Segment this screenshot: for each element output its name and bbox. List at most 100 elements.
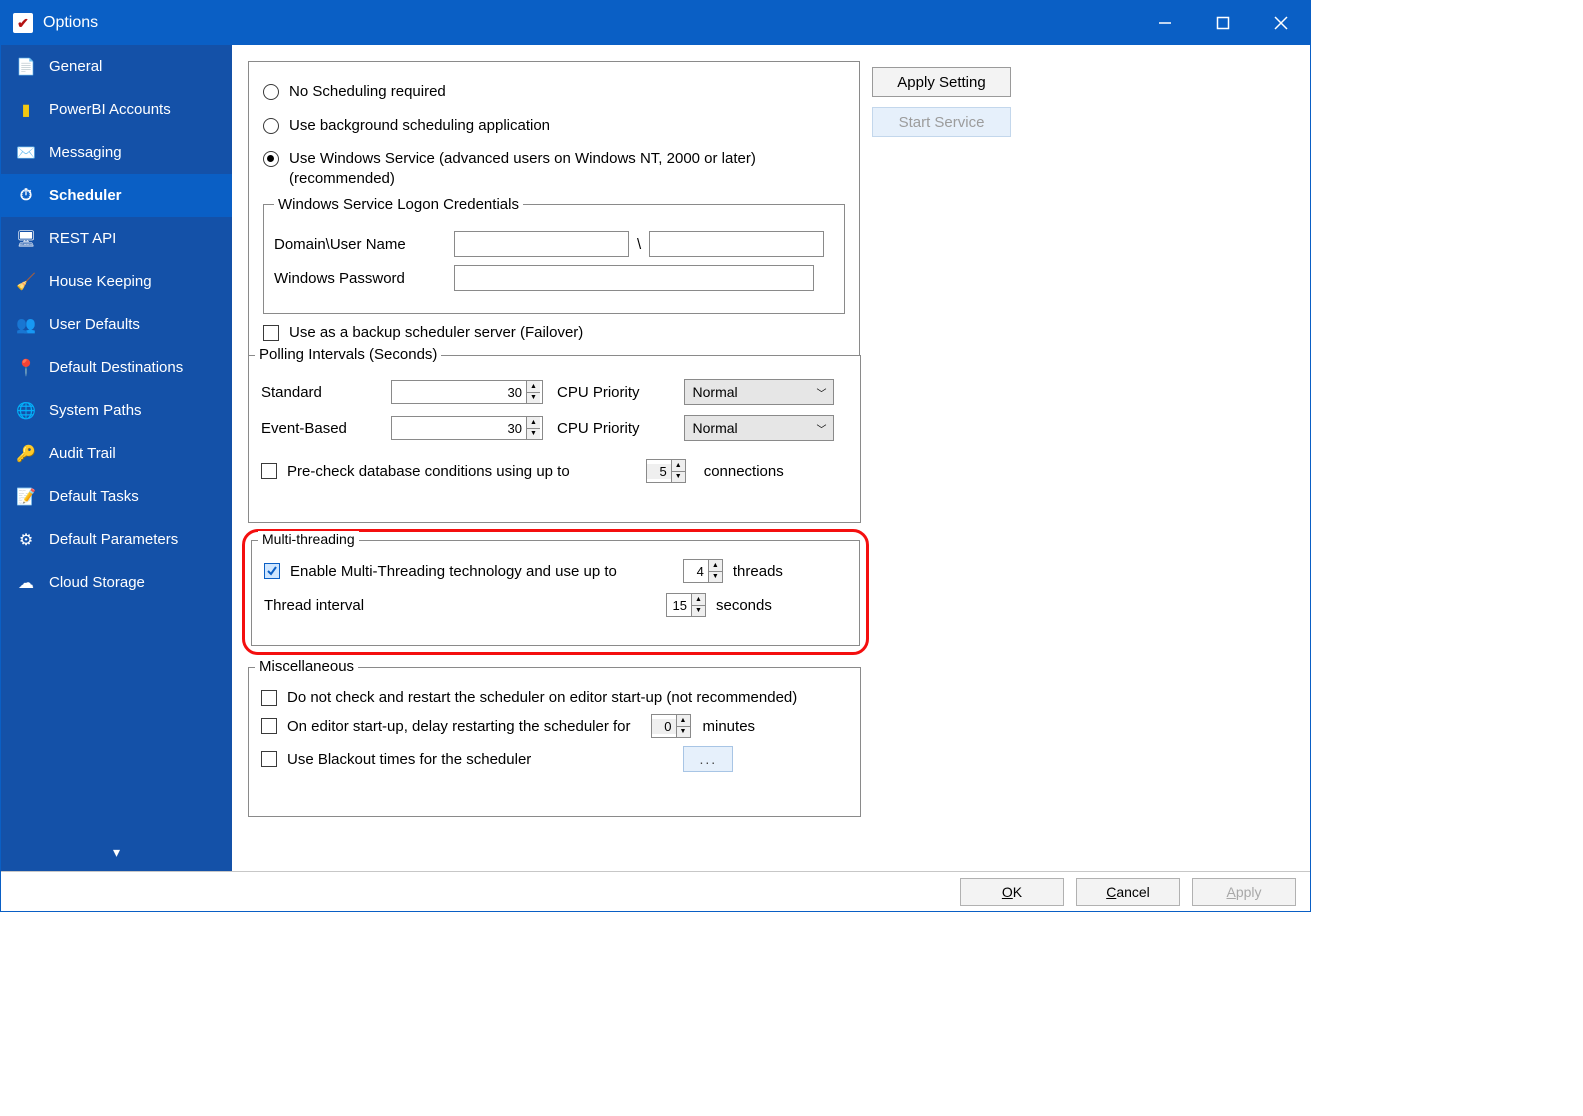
threads-label: threads <box>733 563 783 580</box>
sidebar-item-powerbi[interactable]: ▮ PowerBI Accounts <box>1 88 232 131</box>
radio-windows-service[interactable] <box>263 151 279 167</box>
radio-no-scheduling[interactable] <box>263 84 279 100</box>
blackout-checkbox[interactable] <box>261 751 277 767</box>
down-arrow-icon[interactable]: ▼ <box>692 606 705 617</box>
sidebar-item-label: PowerBI Accounts <box>49 101 171 118</box>
nocheck-label: Do not check and restart the scheduler o… <box>287 689 797 706</box>
standard-cpu-value: Normal <box>693 384 738 400</box>
radio-background-app[interactable] <box>263 118 279 134</box>
down-arrow-icon[interactable]: ▼ <box>527 393 540 404</box>
radio-windows-service-label: Use Windows Service (advanced users on W… <box>289 149 819 188</box>
down-arrow-icon[interactable]: ▼ <box>527 429 540 440</box>
delay-spinner[interactable]: 0 ▲▼ <box>651 714 691 738</box>
sidebar-item-label: User Defaults <box>49 316 140 333</box>
multithreading-legend: Multi-threading <box>258 531 359 547</box>
clock-icon: ⏱ <box>15 185 37 207</box>
event-spinner[interactable]: 30 ▲▼ <box>391 416 543 440</box>
powerbi-icon: ▮ <box>15 99 37 121</box>
failover-checkbox[interactable] <box>263 325 279 341</box>
scheduling-panel: No Scheduling required Use background sc… <box>248 61 860 368</box>
domain-input[interactable] <box>454 231 629 257</box>
event-label: Event-Based <box>261 420 391 437</box>
chevron-down-icon: ▾ <box>113 844 120 860</box>
thread-interval-label: Thread interval <box>264 597 666 614</box>
sidebar-item-defaultdestinations[interactable]: 📍 Default Destinations <box>1 346 232 389</box>
up-arrow-icon[interactable]: ▲ <box>672 460 685 472</box>
sidebar-item-messaging[interactable]: ✉️ Messaging <box>1 131 232 174</box>
blackout-label: Use Blackout times for the scheduler <box>287 751 531 768</box>
sidebar-item-restapi[interactable]: 🖥 REST API <box>1 217 232 260</box>
apply-setting-button[interactable]: Apply Setting <box>872 67 1011 97</box>
interval-spinner[interactable]: 15 ▲▼ <box>666 593 706 617</box>
close-button[interactable] <box>1252 1 1310 45</box>
sidebar-item-label: System Paths <box>49 402 142 419</box>
down-arrow-icon[interactable]: ▼ <box>672 472 685 483</box>
up-arrow-icon[interactable]: ▲ <box>709 560 722 572</box>
event-cpu-value: Normal <box>693 420 738 436</box>
sidebar-item-label: Default Parameters <box>49 531 178 548</box>
sidebar: 📄 General ▮ PowerBI Accounts ✉️ Messagin… <box>1 45 232 871</box>
multithreading-highlight: Multi-threading Enable Multi-Threading t… <box>242 529 869 655</box>
event-value: 30 <box>392 421 526 436</box>
options-window: ✔ Options 📄 General ▮ PowerBI Accounts ✉… <box>0 0 1311 912</box>
window-title: Options <box>43 14 98 32</box>
standard-cpu-combo[interactable]: Normal ﹀ <box>684 379 834 405</box>
destinations-icon: 📍 <box>15 357 37 379</box>
sidebar-item-label: Audit Trail <box>49 445 116 462</box>
apply-button[interactable]: Apply <box>1192 878 1296 906</box>
content-area: No Scheduling required Use background sc… <box>232 45 1310 871</box>
sidebar-item-label: Cloud Storage <box>49 574 145 591</box>
sidebar-item-cloudstorage[interactable]: ☁ Cloud Storage <box>1 561 232 604</box>
blackout-ellipsis-button[interactable]: ... <box>683 746 733 772</box>
password-input[interactable] <box>454 265 814 291</box>
sidebar-item-housekeeping[interactable]: 🧹 House Keeping <box>1 260 232 303</box>
precheck-value: 5 <box>647 464 671 479</box>
down-arrow-icon[interactable]: ▼ <box>677 727 690 738</box>
ok-button[interactable]: OK <box>960 878 1064 906</box>
nocheck-checkbox[interactable] <box>261 690 277 706</box>
down-arrow-icon[interactable]: ▼ <box>709 572 722 583</box>
api-icon: 🖥 <box>15 228 37 250</box>
username-input[interactable] <box>649 231 824 257</box>
tasks-icon: 📝 <box>15 486 37 508</box>
dialog-footer: OK Cancel Apply <box>1 871 1310 911</box>
delay-checkbox[interactable] <box>261 718 277 734</box>
interval-value: 15 <box>667 598 691 613</box>
up-arrow-icon[interactable]: ▲ <box>527 381 540 393</box>
sidebar-item-label: House Keeping <box>49 273 152 290</box>
sidebar-item-userdefaults[interactable]: 👥 User Defaults <box>1 303 232 346</box>
start-service-button[interactable]: Start Service <box>872 107 1011 137</box>
sidebar-item-audittrail[interactable]: 🔑 Audit Trail <box>1 432 232 475</box>
up-arrow-icon[interactable]: ▲ <box>692 594 705 606</box>
event-cpu-combo[interactable]: Normal ﹀ <box>684 415 834 441</box>
multithreading-group: Multi-threading Enable Multi-Threading t… <box>251 540 860 646</box>
up-arrow-icon[interactable]: ▲ <box>527 417 540 429</box>
up-arrow-icon[interactable]: ▲ <box>677 715 690 727</box>
failover-label: Use as a backup scheduler server (Failov… <box>289 324 583 341</box>
maximize-button[interactable] <box>1194 1 1252 45</box>
standard-spinner[interactable]: 30 ▲▼ <box>391 380 543 404</box>
sidebar-item-scheduler[interactable]: ⏱ Scheduler <box>1 174 232 217</box>
threads-spinner[interactable]: 4 ▲▼ <box>683 559 723 583</box>
sidebar-item-label: General <box>49 58 102 75</box>
audit-icon: 🔑 <box>15 443 37 465</box>
sidebar-item-defaulttasks[interactable]: 📝 Default Tasks <box>1 475 232 518</box>
radio-no-scheduling-label: No Scheduling required <box>289 82 446 102</box>
minimize-button[interactable] <box>1136 1 1194 45</box>
cancel-button[interactable]: Cancel <box>1076 878 1180 906</box>
sidebar-expand-toggle[interactable]: ▾ <box>1 844 232 861</box>
precheck-checkbox[interactable] <box>261 463 277 479</box>
delay-label: On editor start-up, delay restarting the… <box>287 718 631 735</box>
cpu-priority-label-1: CPU Priority <box>557 384 640 401</box>
enable-multithreading-checkbox[interactable] <box>264 563 280 579</box>
globe-icon: 🌐 <box>15 400 37 422</box>
app-icon: ✔ <box>13 13 33 33</box>
sidebar-item-label: REST API <box>49 230 116 247</box>
threads-value: 4 <box>684 564 708 579</box>
sidebar-item-systempaths[interactable]: 🌐 System Paths <box>1 389 232 432</box>
parameters-icon: ⚙ <box>15 529 37 551</box>
sidebar-item-defaultparameters[interactable]: ⚙ Default Parameters <box>1 518 232 561</box>
sidebar-item-general[interactable]: 📄 General <box>1 45 232 88</box>
precheck-spinner[interactable]: 5 ▲▼ <box>646 459 686 483</box>
chevron-down-icon: ﹀ <box>817 385 827 400</box>
